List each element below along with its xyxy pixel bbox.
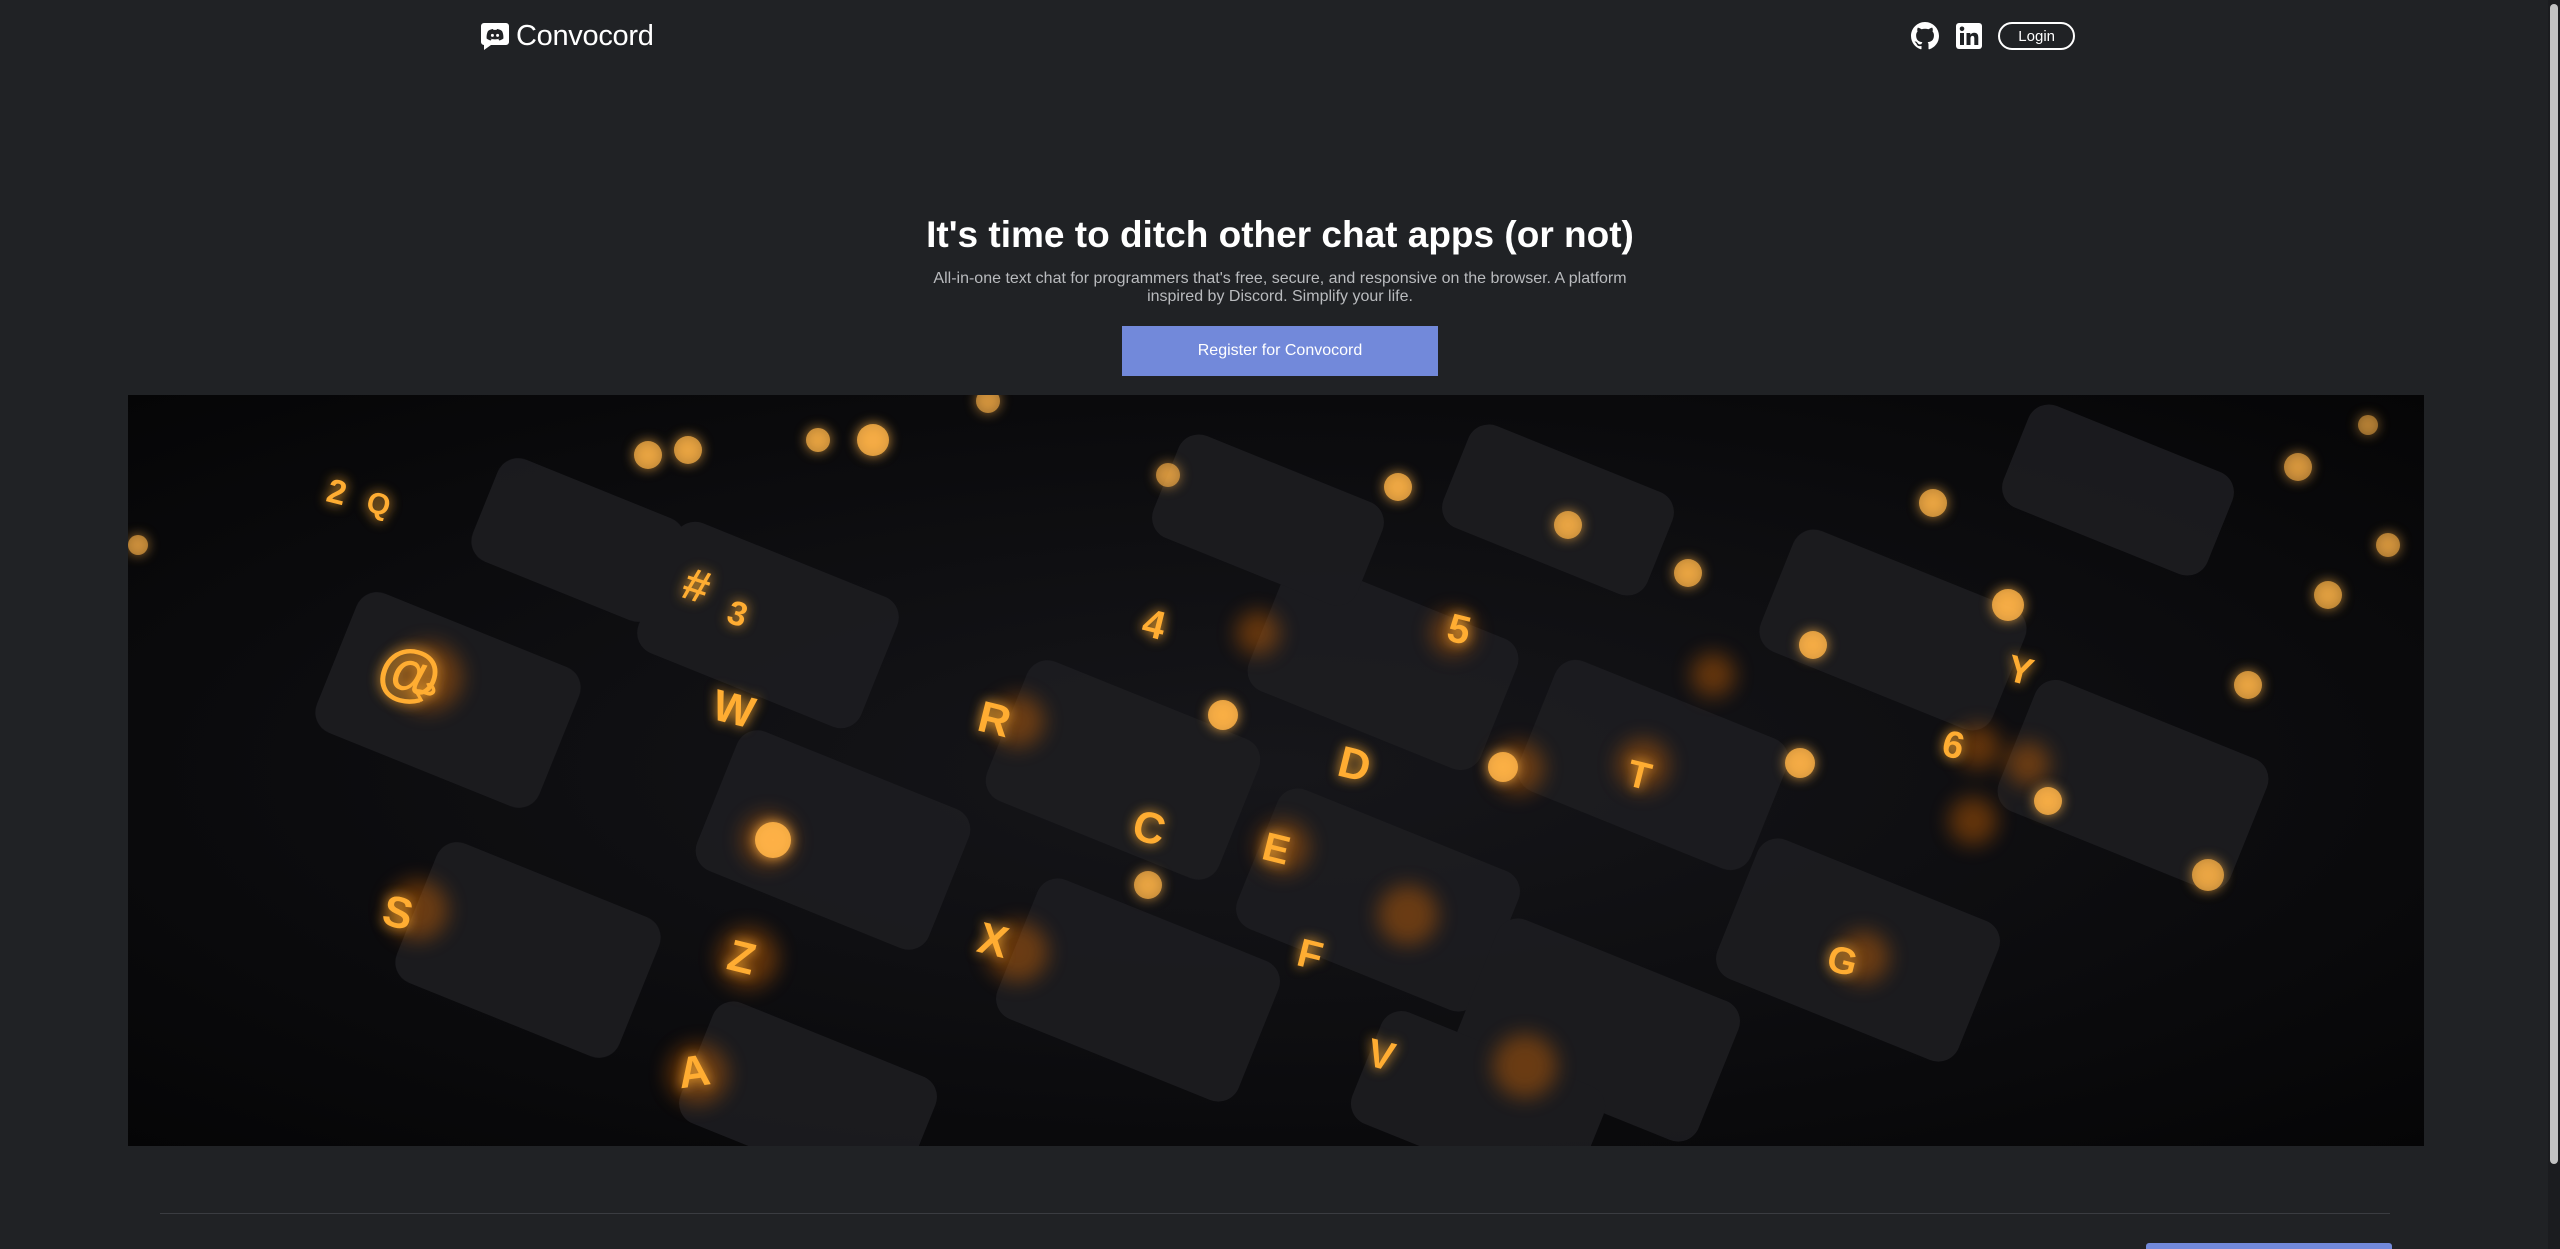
hero-section: It's time to ditch other chat apps (or n… [0, 210, 2560, 376]
linkedin-icon [1956, 23, 1983, 49]
github-link[interactable] [1910, 21, 1940, 51]
header-actions: Login [1910, 21, 2075, 51]
discord-chat-bubble-icon [481, 23, 509, 50]
landing-page: Convocord Login It's time to ditch other… [0, 0, 2560, 1249]
secondary-action-button-partial[interactable] [2146, 1243, 2392, 1249]
hero-subtitle: All-in-one text chat for programmers tha… [933, 270, 1627, 305]
brand-name: Convocord [516, 19, 654, 52]
login-button[interactable]: Login [1998, 22, 2075, 50]
github-icon [1911, 22, 1940, 50]
page-scrollbar[interactable] [2548, 0, 2560, 1249]
hero-title: It's time to ditch other chat apps (or n… [926, 214, 1634, 255]
register-button[interactable]: Register for Convocord [1122, 326, 1438, 376]
backlit-keyboard-illustration: @ 2 # 3 R D W C X A S Z F V E G 4 5 T 6 [128, 395, 2424, 1146]
linkedin-link[interactable] [1954, 21, 1984, 51]
top-nav: Convocord Login [480, 18, 2075, 54]
keyboard-hero-image: @ 2 # 3 R D W C X A S Z F V E G 4 5 T 6 [128, 395, 2424, 1146]
scrollbar-thumb[interactable] [2550, 4, 2558, 1164]
section-divider [160, 1213, 2390, 1214]
brand-logo-link[interactable]: Convocord [480, 20, 654, 53]
svg-text:A: A [675, 1045, 713, 1098]
